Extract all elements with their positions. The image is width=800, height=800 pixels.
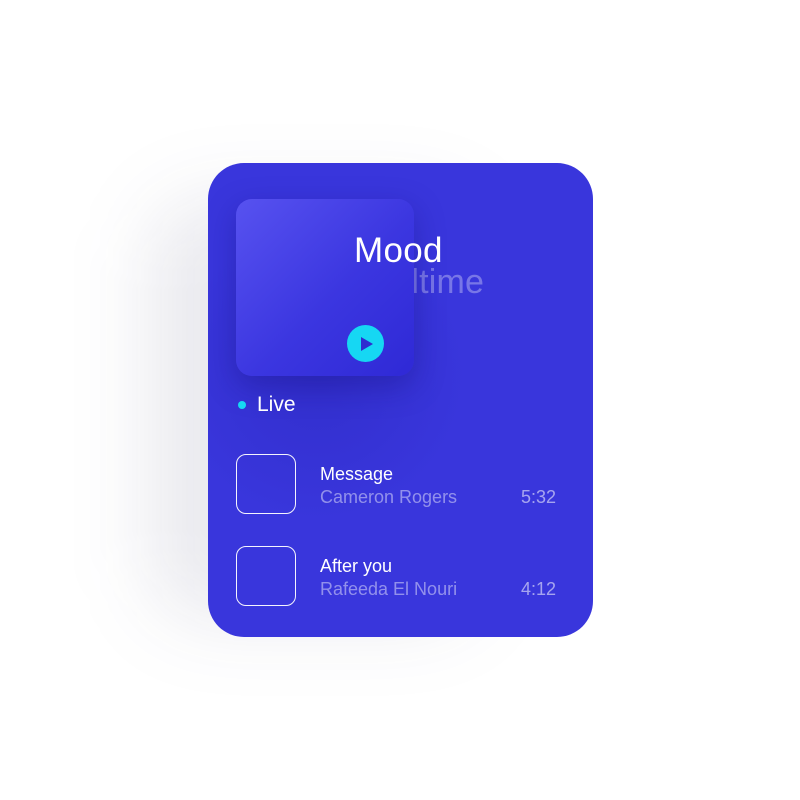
playlist-title: Mood xyxy=(354,231,443,270)
live-indicator: Live xyxy=(238,393,296,417)
music-player-card: Bedtime Mood Live Message Cameron Rogers… xyxy=(208,163,593,637)
live-label: Live xyxy=(257,393,296,416)
play-button[interactable] xyxy=(347,325,384,362)
album-cover[interactable] xyxy=(236,199,414,376)
live-dot-icon xyxy=(238,401,246,409)
track-title: Message xyxy=(320,464,394,484)
track-thumbnail xyxy=(236,546,296,606)
play-icon xyxy=(361,336,373,351)
track-duration: 5:32 xyxy=(520,487,556,507)
track-title: After you xyxy=(320,556,393,576)
track-row[interactable]: After you Rafeeda El Nouri 4:12 xyxy=(236,546,566,608)
track-row[interactable]: Message Cameron Rogers 5:32 xyxy=(236,454,566,516)
track-duration: 4:12 xyxy=(520,579,556,599)
track-artist: Cameron Rogers xyxy=(320,487,458,507)
track-artist: Rafeeda El Nouri xyxy=(320,579,458,599)
stage: Bedtime Mood Live Message Cameron Rogers… xyxy=(0,0,800,800)
track-thumbnail xyxy=(236,454,296,514)
